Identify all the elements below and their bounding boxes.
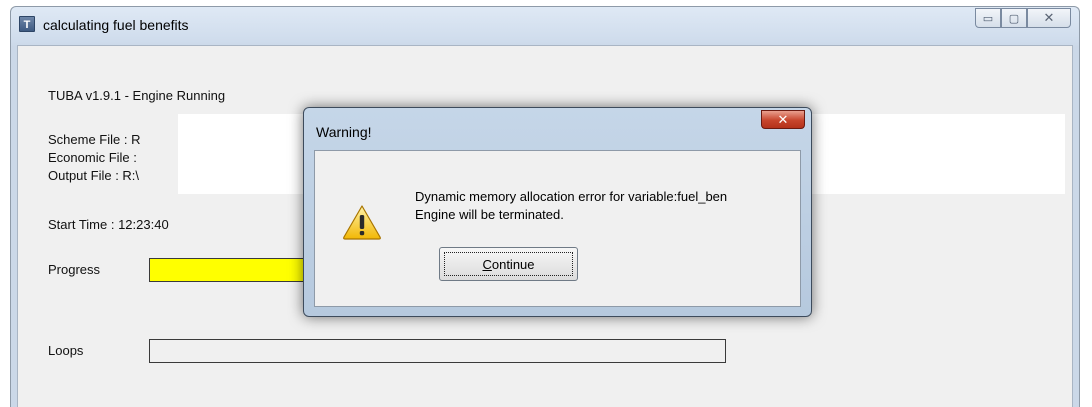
dialog-message: Dynamic memory allocation error for vari… — [415, 188, 727, 224]
dialog-title: Warning! — [316, 124, 372, 140]
start-time-label: Start Time : 12:23:40 — [48, 217, 169, 232]
continue-button[interactable]: Continue — [439, 247, 578, 281]
window-title: calculating fuel benefits — [43, 17, 189, 33]
progress-label: Progress — [48, 262, 101, 277]
app-icon[interactable]: T — [19, 16, 35, 32]
caption-buttons: ▭ ▢ ✕ — [975, 8, 1071, 30]
warning-dialog: Warning! ✕ Dynamic memory allocation err… — [303, 107, 812, 317]
dialog-close-button[interactable]: ✕ — [761, 110, 805, 129]
output-file-label: Output File : R:\ — [48, 168, 140, 183]
minimize-button[interactable]: ▭ — [975, 8, 1001, 28]
focus-rectangle — [444, 252, 573, 276]
maximize-button[interactable]: ▢ — [1001, 8, 1027, 28]
minimize-icon: ▭ — [982, 12, 994, 25]
engine-status-heading: TUBA v1.9.1 - Engine Running — [48, 88, 226, 103]
close-icon: ✕ — [777, 112, 789, 127]
message-line-2: Engine will be terminated. — [415, 207, 564, 222]
message-line-1: Dynamic memory allocation error for vari… — [415, 189, 728, 204]
progress-fill — [150, 259, 306, 281]
loops-bar — [149, 339, 726, 363]
close-icon: ✕ — [1043, 10, 1055, 25]
warning-icon — [343, 205, 381, 240]
close-button[interactable]: ✕ — [1027, 8, 1071, 28]
scheme-file-label: Scheme File : R — [48, 132, 141, 147]
restore-icon: ▢ — [1008, 12, 1020, 25]
loops-label: Loops — [48, 343, 84, 358]
title-bar[interactable]: T calculating fuel benefits ▭ ▢ ✕ — [11, 7, 1079, 45]
economic-file-label: Economic File : — [48, 150, 137, 165]
dialog-body: Dynamic memory allocation error for vari… — [314, 150, 801, 307]
